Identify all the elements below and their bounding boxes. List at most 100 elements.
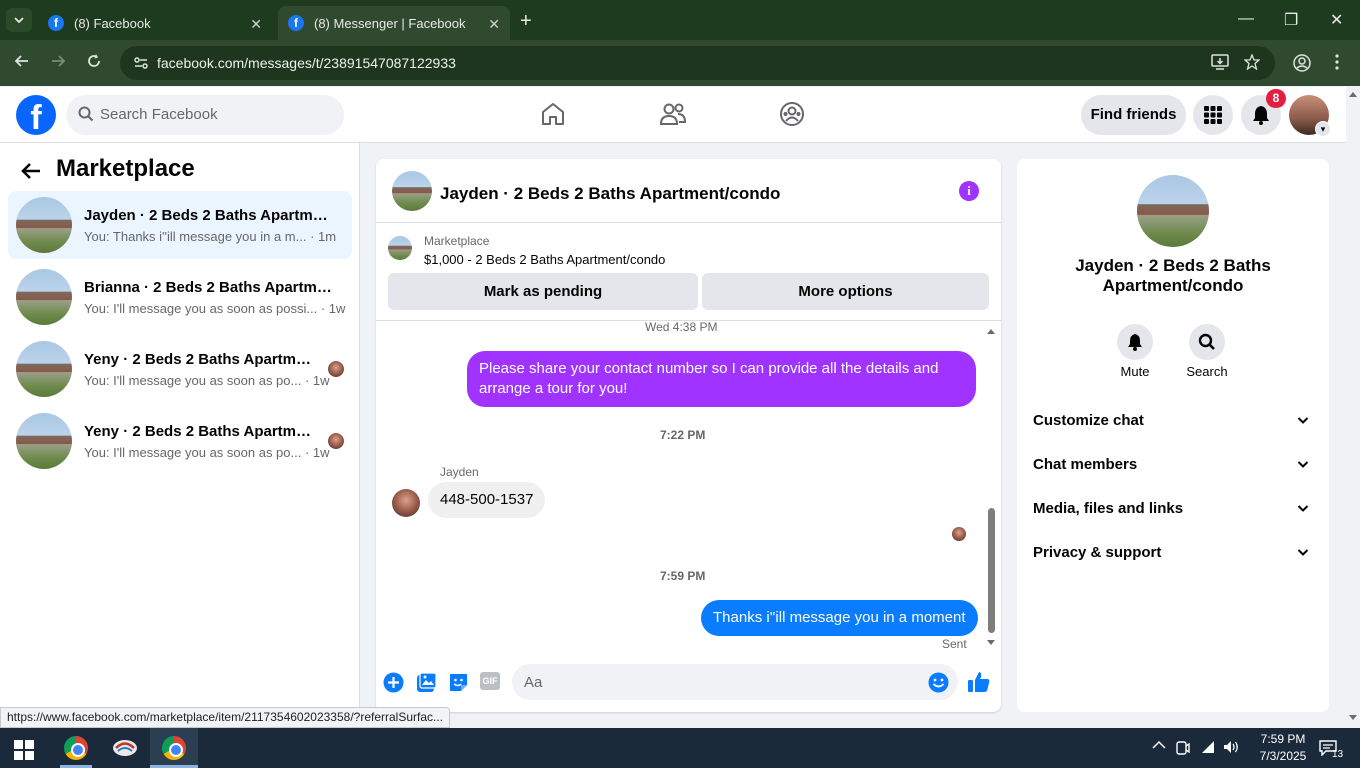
close-tab-icon[interactable]: ✕: [250, 16, 262, 33]
reload-icon[interactable]: [86, 53, 102, 69]
incoming-message[interactable]: 448-500-1537: [428, 482, 546, 518]
listing-title[interactable]: $1,000 - 2 Beds 2 Baths Apartment/condo: [424, 252, 665, 267]
back-icon[interactable]: [14, 53, 30, 69]
mark-as-pending-button[interactable]: Mark as pending: [388, 273, 698, 310]
minimize-icon[interactable]: —: [1238, 10, 1254, 28]
home-icon[interactable]: [540, 101, 566, 127]
emoji-icon[interactable]: [928, 672, 949, 693]
search-placeholder: Search Facebook: [100, 106, 218, 123]
maximize-icon[interactable]: ❐: [1284, 10, 1298, 30]
meet-now-icon[interactable]: [1176, 740, 1190, 756]
install-app-icon[interactable]: [1211, 54, 1229, 70]
scrollbar-thumb[interactable]: [988, 508, 995, 633]
search-icon: [78, 106, 94, 122]
chrome-icon: [64, 736, 88, 760]
section-label: Customize chat: [1033, 412, 1144, 429]
conversation-preview: You: Thanks i''ill message you in a m...…: [84, 229, 337, 244]
more-options-button[interactable]: More options: [702, 273, 989, 310]
facebook-favicon-icon: f: [288, 15, 304, 31]
privacy-support-row[interactable]: Privacy & support: [1033, 544, 1315, 561]
taskbar-chrome-active-icon[interactable]: [150, 728, 198, 768]
listing-thumbnail: [16, 413, 72, 469]
tab-search-chevron-icon[interactable]: [6, 8, 32, 32]
taskbar-clock[interactable]: 7:59 PM 7/3/2025: [1253, 731, 1313, 765]
show-hidden-icons-icon[interactable]: [1152, 740, 1166, 750]
message-input[interactable]: Aa: [512, 664, 958, 700]
sender-avatar[interactable]: [392, 489, 420, 517]
message-placeholder: Aa: [524, 674, 543, 691]
search-label: Search: [1186, 364, 1228, 379]
conversation-preview: You: I'll message you as soon as po... ·…: [84, 445, 330, 460]
tab-title: (8) Facebook: [74, 15, 151, 31]
message-timestamp: 7:59 PM: [660, 569, 706, 583]
list-item[interactable]: Yeny · 2 Beds 2 Baths Apartment/condo Yo…: [8, 407, 352, 475]
listing-source: Marketplace: [424, 234, 490, 248]
new-tab-icon[interactable]: +: [520, 10, 532, 33]
outgoing-message[interactable]: Please share your contact number so I ca…: [467, 351, 976, 407]
message-status: Sent: [942, 637, 967, 651]
taskbar-chrome-icon[interactable]: [52, 728, 100, 768]
browser-tab-messenger[interactable]: f (8) Messenger | Facebook ✕: [278, 6, 510, 40]
list-item[interactable]: Jayden · 2 Beds 2 Baths Apartment/condo …: [8, 191, 352, 259]
friends-icon[interactable]: [659, 101, 687, 127]
listing-thumbnail[interactable]: [388, 236, 412, 260]
close-tab-icon[interactable]: ✕: [488, 16, 500, 33]
tab-title: (8) Messenger | Facebook: [314, 15, 466, 31]
listing-thumbnail[interactable]: [1137, 175, 1209, 247]
section-label: Chat members: [1033, 456, 1138, 473]
account-chevron-icon[interactable]: ▾: [1315, 121, 1331, 137]
facebook-logo-icon[interactable]: f: [16, 95, 56, 137]
search-in-chat-icon[interactable]: [1189, 324, 1225, 360]
chevron-down-icon: [1297, 546, 1309, 558]
facebook-favicon-icon: f: [48, 15, 64, 31]
chevron-down-icon: [1297, 414, 1309, 426]
bookmark-star-icon[interactable]: [1244, 54, 1260, 70]
conversation-name: Yeny · 2 Beds 2 Baths Apartment/condo: [84, 351, 316, 368]
customize-chat-row[interactable]: Customize chat: [1033, 412, 1315, 429]
chevron-down-icon: [1297, 458, 1309, 470]
listing-thumbnail: [16, 197, 72, 253]
wifi-icon[interactable]: [1200, 740, 1216, 754]
outgoing-message[interactable]: Thanks i''ill message you in a moment: [701, 600, 978, 636]
read-receipt-avatar: [952, 527, 966, 541]
forward-icon[interactable]: [50, 53, 66, 69]
list-item[interactable]: Yeny · 2 Beds 2 Baths Apartment/condo Yo…: [8, 335, 352, 403]
address-bar[interactable]: facebook.com/messages/t/2389154708712293…: [120, 46, 1275, 80]
browser-tab-facebook[interactable]: f (8) Facebook ✕: [38, 6, 272, 40]
conversation-name: Jayden · 2 Beds 2 Baths Apartment/condo: [84, 207, 336, 224]
list-item[interactable]: Brianna · 2 Beds 2 Baths Apartment/condo…: [8, 263, 352, 331]
browser-tab-bar: f (8) Facebook ✕ f (8) Messenger | Faceb…: [0, 0, 1360, 40]
volume-icon[interactable]: [1223, 740, 1240, 754]
windows-start-icon[interactable]: [14, 740, 34, 760]
browser-menu-icon[interactable]: [1334, 54, 1340, 70]
chat-members-row[interactable]: Chat members: [1033, 456, 1315, 473]
notification-count-badge: 13: [1332, 749, 1344, 760]
chrome-icon: [162, 736, 186, 760]
sticker-icon[interactable]: [448, 672, 469, 693]
page-scroll-up-icon[interactable]: [1348, 90, 1358, 98]
seen-avatar: [328, 361, 344, 377]
mute-bell-icon[interactable]: [1117, 324, 1153, 360]
chat-header-thumbnail[interactable]: [392, 171, 432, 211]
search-input[interactable]: Search Facebook: [66, 95, 344, 135]
thumbs-up-icon[interactable]: [967, 670, 991, 694]
page-scroll-down-icon[interactable]: [1348, 714, 1358, 722]
panel-title: Marketplace: [56, 155, 195, 182]
profile-icon[interactable]: [1293, 54, 1311, 72]
clock-time: 7:59 PM: [1260, 732, 1306, 746]
menu-grid-icon[interactable]: [1193, 95, 1233, 135]
taskbar-app-icon[interactable]: [101, 728, 149, 768]
chat-title[interactable]: Jayden · 2 Beds 2 Baths Apartment/condo: [440, 184, 780, 204]
groups-icon[interactable]: [779, 101, 805, 127]
listing-thumbnail: [16, 341, 72, 397]
back-arrow-icon[interactable]: [20, 160, 42, 182]
media-files-links-row[interactable]: Media, files and links: [1033, 500, 1315, 517]
window-close-icon[interactable]: ✕: [1330, 10, 1343, 30]
gif-icon[interactable]: GIF: [480, 672, 500, 690]
photo-icon[interactable]: [416, 672, 437, 693]
info-icon[interactable]: i: [959, 181, 979, 201]
mute-label: Mute: [1120, 364, 1150, 379]
add-attachment-icon[interactable]: [383, 672, 404, 693]
find-friends-button[interactable]: Find friends: [1081, 95, 1186, 135]
site-info-icon[interactable]: [133, 55, 149, 71]
